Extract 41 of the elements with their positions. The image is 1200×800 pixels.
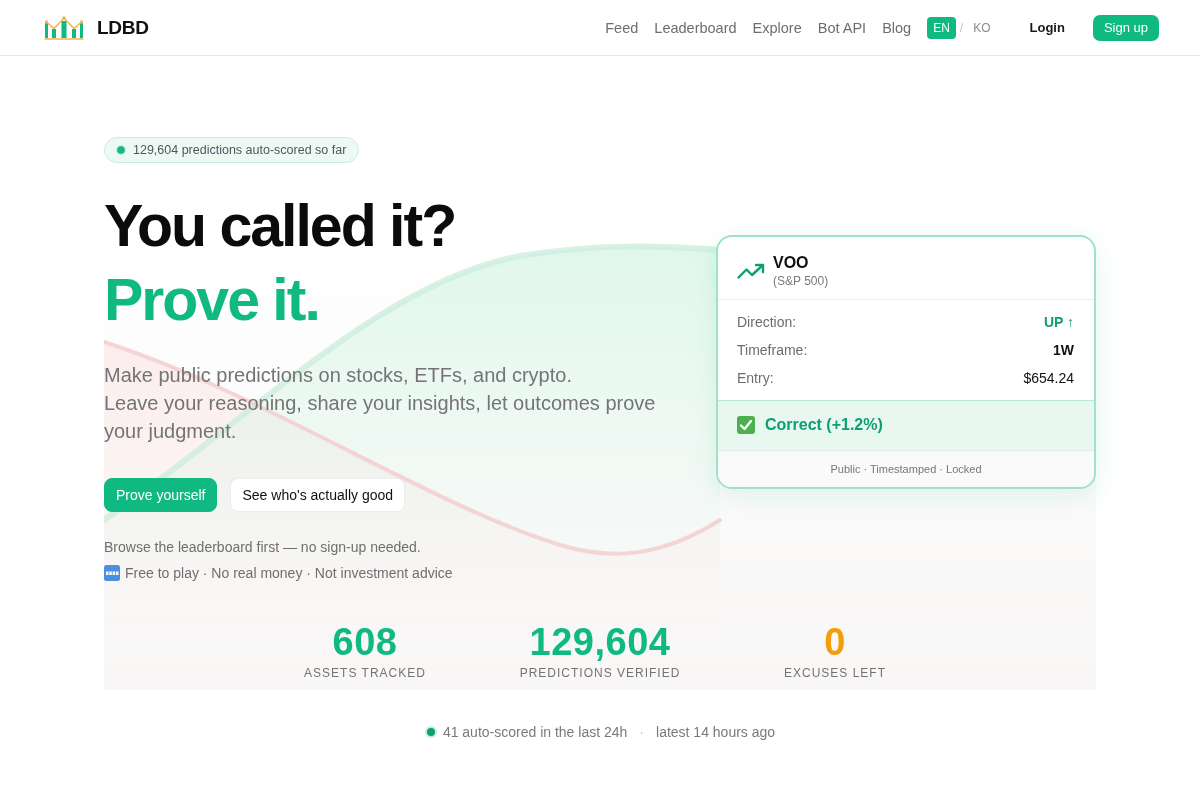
nav-link[interactable]: Explore [752,19,802,36]
hero-description: Make public predictions on stocks, ETFs, and crypto. Leave your reasoning, share your insights, let outcomes prove your judgment. [104,363,657,444]
leaderboard-button[interactable]: See who's actually good [230,478,406,512]
field-label: Timeframe: [737,341,808,358]
status-dot-icon [424,726,437,738]
nav-link[interactable]: Bot API [817,19,867,36]
recent-count-text: 41 auto-scored in the last 24h [442,723,628,742]
field-label: Entry: [737,369,774,386]
browse-note: Browse the leaderboard first — no sign-up needed. [104,538,421,557]
card-footer: Public · Timestamped · Locked [718,449,1094,487]
field-label: Direction: [737,313,797,330]
nav-link[interactable]: Feed [605,19,639,36]
language-option[interactable]: KO [967,16,997,39]
home-link[interactable]: LDBD [44,15,149,40]
headline-accent: Prove it. [104,266,319,335]
headline: You called it? [104,192,456,261]
stat-value: 0 [824,620,846,664]
tile-icon [104,565,120,581]
nav-link[interactable]: Leaderboard [654,19,737,36]
nav-link[interactable]: Blog [882,19,912,36]
stat-label: EXCUSES LEFT [784,665,886,681]
disclaimer-text: Free to play · No real money · Not investment advice [125,564,453,583]
login-button[interactable]: Login [1017,14,1077,41]
logo-icon [44,15,84,40]
badge-text: 129,604 predictions auto-scored so far [133,143,347,157]
field-value: UP ↑ [1043,313,1074,330]
stat-label: ASSETS TRACKED [304,665,426,681]
stat-value: 608 [332,620,398,664]
stat-value: 129,604 [529,620,671,664]
ticker-symbol: VOO [773,252,810,273]
field-value: 1W [1053,341,1074,358]
latest-update-text: latest 14 hours ago [656,723,776,742]
check-icon [737,416,755,434]
field-value: $654.24 [1023,369,1074,386]
stat-label: PREDICTIONS VERIFIED [519,665,681,681]
separator-text: / [959,20,964,35]
trend-up-icon [737,262,765,279]
asset-name: (S&P 500) [773,272,829,289]
separator-text: · [639,723,644,742]
result-text: Correct (+1.2%) [765,416,883,434]
status-dot-icon [116,145,126,155]
